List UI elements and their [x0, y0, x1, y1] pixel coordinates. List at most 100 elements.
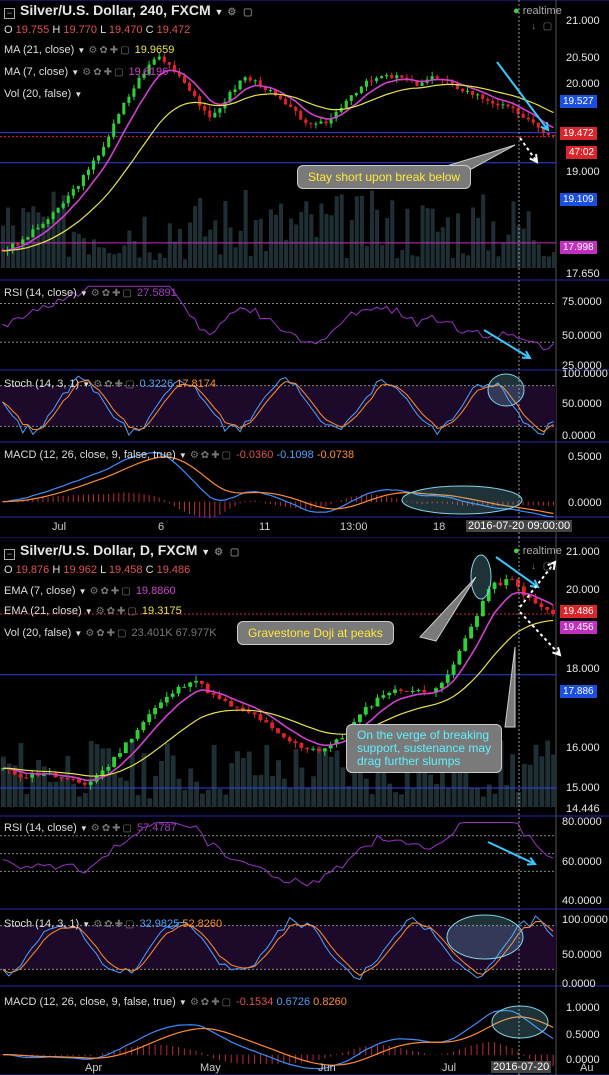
- macd-histogram-bar: [470, 1045, 472, 1056]
- macd-histogram-bar: [57, 496, 59, 503]
- bot-rsi-legend[interactable]: RSI (14, close) ▼ ⚙✿✚▢ 57.4787: [4, 822, 177, 834]
- candle-body: [293, 741, 298, 744]
- candle-body: [463, 638, 468, 651]
- top-vol-legend[interactable]: Vol (20, false) ▼: [4, 88, 82, 100]
- volume-bar: [112, 773, 118, 807]
- volume-bar: [445, 788, 451, 807]
- candle-body: [546, 133, 550, 136]
- candle-body: [380, 76, 384, 79]
- top-ma7-legend[interactable]: MA (7, close) ▼ ⚙✿✚▢ 19.8196: [4, 66, 168, 78]
- macd-histogram-bar: [189, 501, 191, 514]
- top-stoch-legend[interactable]: Stoch (14, 3, 1) ▼ ⚙✿✚▢ 0.3226 17.8174: [4, 378, 216, 390]
- volume-bar: [546, 256, 551, 268]
- macd-histogram-bar: [163, 500, 165, 503]
- volume-bar: [294, 224, 299, 268]
- macd-histogram-bar: [166, 1045, 168, 1056]
- bottom-ema21-legend[interactable]: EMA (21, close) ▼ ⚙✿✚▢ 19.3175: [4, 605, 182, 617]
- top-ohlc: O 19.755 H 19.770 L 19.470 C 19.472: [4, 24, 190, 36]
- top-nav-icons[interactable]: ↓ ▢: [531, 21, 554, 32]
- bot-stoch-legend[interactable]: Stoch (14, 3, 1) ▼ ⚙✿✚▢ 32.9825 52.8260: [4, 918, 222, 930]
- top-macd-v2: -0.1098: [276, 449, 314, 461]
- volume-bar: [238, 230, 243, 268]
- realtime-dot-icon: ●: [513, 5, 520, 17]
- volume-bar: [147, 798, 153, 807]
- bot-stoch-tools-icon[interactable]: ⚙✿✚▢: [93, 919, 136, 930]
- bot-stoch-axis-0: 0.0000: [562, 978, 596, 990]
- top-stoch-axis-100: 100.0000: [562, 368, 608, 380]
- macd-histogram-bar: [43, 1054, 45, 1056]
- volume-bar: [393, 792, 398, 807]
- candle-body: [416, 690, 421, 692]
- macd-histogram-bar: [482, 1042, 484, 1056]
- volume-bar: [51, 191, 56, 268]
- macd-histogram-bar: [295, 1054, 297, 1064]
- bot-macd-tools-icon[interactable]: ⚙✿✚▢: [190, 997, 233, 1008]
- macd-histogram-bar: [189, 1049, 191, 1056]
- top-ma21-legend[interactable]: MA (21, close) ▼ ⚙✿✚▢ 19.9659: [4, 44, 174, 56]
- top-rsi-axis-75: 75.0000: [562, 296, 602, 308]
- top-macd-legend[interactable]: MACD (12, 26, close, 9, false, true) ▼ ⚙…: [4, 449, 354, 461]
- macd-histogram-bar: [234, 501, 236, 507]
- ema21-tools-icon[interactable]: ⚙✿✚▢: [96, 606, 139, 617]
- top-settings-icon[interactable]: ⚙ ▢: [227, 7, 254, 18]
- volume-bar: [229, 763, 235, 807]
- volume-bar: [516, 791, 521, 807]
- macd-histogram-bar: [214, 501, 216, 518]
- volume-bar: [314, 236, 319, 268]
- candle-body: [61, 203, 65, 208]
- candle-body: [501, 104, 505, 106]
- bottom-collapse-icon[interactable]: −: [4, 544, 15, 562]
- top-axis-tag-19527: 19.527: [560, 95, 597, 108]
- b-vol-tools-icon[interactable]: ⚙✿✚▢: [85, 628, 128, 639]
- candle-body: [97, 155, 101, 161]
- volume-bar: [501, 242, 506, 268]
- volume-bar: [24, 794, 30, 807]
- ema7-tools-icon[interactable]: ⚙✿✚▢: [90, 586, 133, 597]
- top-rsi-legend[interactable]: RSI (14, close) ▼ ⚙✿✚▢ 27.5891: [4, 287, 177, 299]
- candle-body: [218, 108, 222, 113]
- top-realtime-label: realtime: [522, 5, 562, 17]
- bottom-nav-icons[interactable]: ↓ ▢: [531, 561, 554, 572]
- bottom-settings-icon[interactable]: ⚙ ▢: [214, 547, 241, 558]
- top-axis-tag-19109: 19.109: [560, 193, 597, 206]
- bot-macd-legend[interactable]: MACD (12, 26, close, 9, false, true) ▼ ⚙…: [4, 996, 347, 1008]
- vol-label: Vol (20, false): [4, 88, 72, 100]
- bot-rsi-tools-icon[interactable]: ⚙✿✚▢: [91, 823, 134, 834]
- top-macd-tools-icon[interactable]: ⚙✿✚▢: [190, 450, 233, 461]
- bottom-vol-legend[interactable]: Vol (20, false) ▼ ⚙✿✚▢ 23.401K 67.977K: [4, 627, 217, 639]
- bottom-title-dropdown-icon[interactable]: ▼: [201, 547, 210, 557]
- macd-histogram-bar: [476, 1044, 478, 1056]
- bot-time-may: May: [200, 1062, 221, 1074]
- top-rsi-tools-icon[interactable]: ⚙✿✚▢: [91, 288, 134, 299]
- macd-histogram-bar: [388, 1045, 390, 1056]
- ma7-tools-icon[interactable]: ⚙✿✚▢: [82, 67, 125, 78]
- b-vol-label: Vol (20, false): [4, 627, 72, 639]
- volume-bar: [349, 220, 354, 268]
- volume-bar: [203, 236, 208, 268]
- volume-bar: [164, 743, 170, 807]
- macd-histogram-bar: [93, 494, 95, 503]
- bot-rsi-axis-60: 60.0000: [562, 856, 602, 868]
- candle-body: [258, 714, 263, 721]
- macd-histogram-bar: [160, 1044, 162, 1056]
- candle-body: [381, 695, 386, 698]
- candle-body: [324, 121, 328, 124]
- macd-histogram-bar: [224, 1054, 226, 1062]
- volume-bar: [199, 793, 205, 807]
- top-title-dropdown-icon[interactable]: ▼: [215, 7, 224, 17]
- top-axis-tag-19472: 19.472: [560, 127, 597, 140]
- top-stoch-tools-icon[interactable]: ⚙✿✚▢: [93, 379, 136, 390]
- candle-body: [211, 693, 216, 695]
- b-ohlc-c-value: 19.486: [156, 564, 191, 576]
- candle-body: [24, 777, 29, 779]
- candle-body: [492, 582, 497, 590]
- volume-bar: [430, 208, 435, 268]
- top-collapse-icon[interactable]: −: [4, 3, 15, 21]
- volume-bar: [36, 212, 41, 268]
- candle-body: [358, 714, 362, 722]
- volume-bar: [53, 781, 59, 807]
- bottom-ema7-legend[interactable]: EMA (7, close) ▼ ⚙✿✚▢ 19.8860: [4, 585, 176, 597]
- candle-body: [123, 742, 128, 754]
- ma21-tools-icon[interactable]: ⚙✿✚▢: [88, 45, 131, 56]
- candle-body: [435, 76, 439, 79]
